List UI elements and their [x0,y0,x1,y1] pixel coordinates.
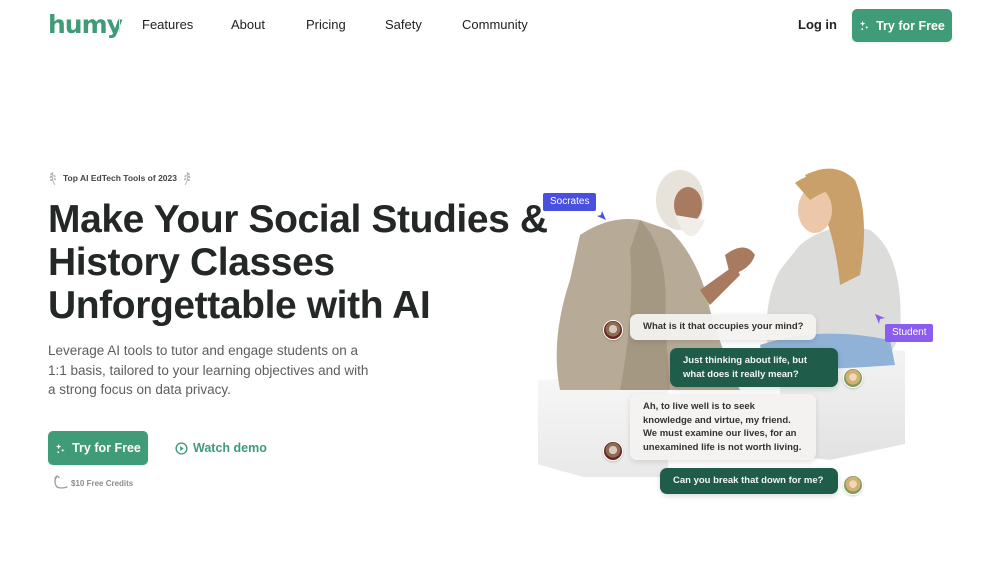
cursor-pointer-icon [875,314,885,324]
free-credits-note: $10 Free Credits [52,474,133,490]
top-navigation: humy Features About Pricing Safety Commu… [0,0,1000,52]
socrates-label: Socrates [543,193,597,211]
socrates-avatar [603,441,623,461]
headline-line-3: Unforgettable with AI [48,284,431,327]
login-link[interactable]: Log in [798,17,837,33]
hero-cta-label: Try for Free [72,441,141,455]
play-circle-icon [175,441,188,455]
watch-demo-label: Watch demo [193,441,267,455]
laurel-left-icon [49,171,57,186]
sparkle-icon [860,20,869,31]
headline-line-1: Make Your Social Studies & [48,198,548,241]
free-credits-text: $10 Free Credits [71,479,134,488]
laurel-right-icon [183,171,191,186]
nav-link-features[interactable]: Features [142,17,193,33]
hero-illustration: Socrates Student What is it that occupie… [530,150,950,510]
nav-link-about[interactable]: About [231,17,265,33]
chat-message-student: Just thinking about life, but what does … [670,348,838,387]
humy-logo[interactable]: humy [48,10,123,40]
student-avatar [843,368,863,388]
chat-message-student: Can you break that down for me? [660,468,838,494]
socrates-avatar [603,320,623,340]
chat-message-socrates: What is it that occupies your mind? [630,314,816,340]
sparkle-icon [56,443,65,453]
nav-link-pricing[interactable]: Pricing [306,17,346,33]
hero-subtitle: Leverage AI tools to tutor and engage st… [48,343,369,397]
chat-message-socrates: Ah, to live well is to seek knowledge an… [630,394,816,460]
nav-link-safety[interactable]: Safety [385,17,422,33]
award-badge: Top AI EdTech Tools of 2023 [48,170,192,186]
student-avatar [843,475,863,495]
hero-headline: Make Your Social Studies & History Class… [48,198,548,327]
nav-try-for-free-button[interactable]: Try for Free [852,9,952,42]
curved-arrow-icon [54,475,68,489]
nav-divider [119,18,120,32]
watch-demo-button[interactable]: Watch demo [175,440,267,456]
nav-link-community[interactable]: Community [462,17,528,33]
cursor-pointer-icon [597,211,606,220]
headline-line-2: History Classes [48,241,335,284]
student-label: Student [885,324,934,342]
award-badge-text: Top AI EdTech Tools of 2023 [63,173,177,183]
nav-cta-label: Try for Free [876,18,945,33]
hero-try-for-free-button[interactable]: Try for Free [48,431,148,465]
